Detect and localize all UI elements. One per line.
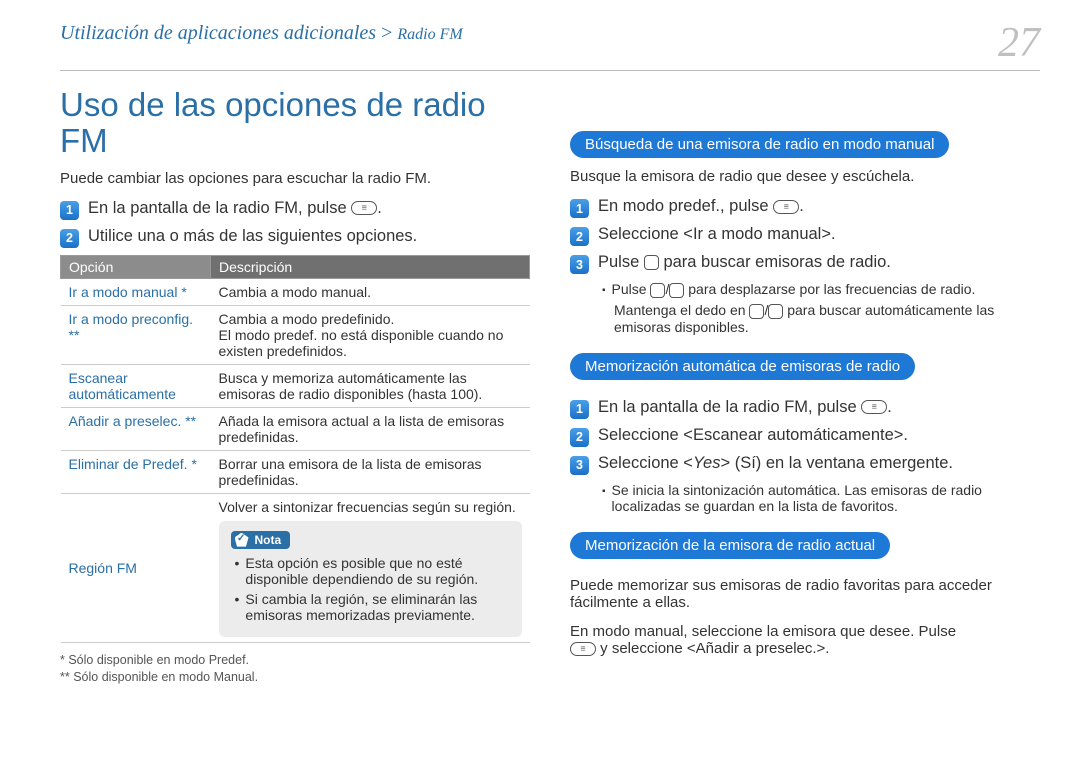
option-description: Busca y memoriza automáticamente las emi… xyxy=(211,364,530,407)
option-description: Volver a sintonizar frecuencias según su… xyxy=(211,493,530,642)
table-row: Eliminar de Predef. * Borrar una emisora… xyxy=(61,450,530,493)
nav-button-icon xyxy=(644,255,659,270)
menu-button-icon xyxy=(570,642,596,656)
note-box: Nota Esta opción es posible que no esté … xyxy=(219,521,522,637)
step-number-icon: 3 xyxy=(570,255,589,274)
table-row: Ir a modo preconfig. ** Cambia a modo pr… xyxy=(61,305,530,364)
table-row: Escanear automáticamente Busca y memoriz… xyxy=(61,364,530,407)
section-text: En modo manual, seleccione la emisora qu… xyxy=(570,623,1040,657)
option-name: Eliminar de Predef. * xyxy=(61,450,211,493)
nav-button-icon xyxy=(669,283,684,298)
sub-instructions: Pulse / para desplazarse por las frecuen… xyxy=(570,281,1040,335)
step-number-icon: 3 xyxy=(570,456,589,475)
option-description: Cambia a modo predefinido.El modo predef… xyxy=(211,305,530,364)
table-row: Añadir a preselec. ** Añada la emisora a… xyxy=(61,407,530,450)
nav-button-icon xyxy=(749,304,764,319)
option-name: Añadir a preselec. ** xyxy=(61,407,211,450)
footnote: * Sólo disponible en modo Predef. xyxy=(60,653,530,667)
option-name: Ir a modo manual * xyxy=(61,278,211,305)
step-number-icon: 1 xyxy=(570,199,589,218)
table-row: Región FM Volver a sintonizar frecuencia… xyxy=(61,493,530,642)
section-heading-pill: Búsqueda de una emisora de radio en modo… xyxy=(570,131,949,158)
section-text: Puede memorizar sus emisoras de radio fa… xyxy=(570,577,1040,611)
step-item: 3 Pulse para buscar emisoras de radio. xyxy=(570,253,1040,274)
table-head-description: Descripción xyxy=(211,255,530,278)
nav-button-icon xyxy=(650,283,665,298)
nav-button-icon xyxy=(768,304,783,319)
option-name: Región FM xyxy=(61,493,211,642)
step-number-icon: 2 xyxy=(570,227,589,246)
step-item: 1 En modo predef., pulse . xyxy=(570,197,1040,218)
menu-button-icon xyxy=(773,200,799,214)
step-number-icon: 2 xyxy=(570,428,589,447)
menu-button-icon xyxy=(861,400,887,414)
options-table: Opción Descripción Ir a modo manual * Ca… xyxy=(60,255,530,643)
step-item: 1 En la pantalla de la radio FM, pulse . xyxy=(60,199,530,220)
intro-text: Puede cambiar las opciones para escuchar… xyxy=(60,170,530,187)
page-title: Uso de las opciones de radio FM xyxy=(60,87,530,160)
breadcrumb-main: Utilización de aplicaciones adicionales xyxy=(60,22,376,44)
step-item: 1 En la pantalla de la radio FM, pulse . xyxy=(570,398,1040,419)
option-description: Añada la emisora actual a la lista de em… xyxy=(211,407,530,450)
section-heading-pill: Memorización automática de emisoras de r… xyxy=(570,353,915,380)
option-name: Ir a modo preconfig. ** xyxy=(61,305,211,364)
option-description: Borrar una emisora de la lista de emisor… xyxy=(211,450,530,493)
option-description: Cambia a modo manual. xyxy=(211,278,530,305)
step-number-icon: 1 xyxy=(570,400,589,419)
step-item: 2 Seleccione <Ir a modo manual>. xyxy=(570,225,1040,246)
table-row: Ir a modo manual * Cambia a modo manual. xyxy=(61,278,530,305)
breadcrumb-sub: Radio FM xyxy=(397,26,462,43)
page-number: 27 xyxy=(998,22,1040,64)
step-text: En la pantalla de la radio FM, pulse xyxy=(88,199,347,217)
note-item: Esta opción es posible que no esté dispo… xyxy=(235,555,510,587)
note-badge: Nota xyxy=(231,531,291,549)
step-number-icon: 2 xyxy=(60,229,79,248)
step-text: Utilice una o más de las siguientes opci… xyxy=(88,227,417,246)
sub-instructions: Se inicia la sintonización automática. L… xyxy=(570,482,1040,514)
section-heading-pill: Memorización de la emisora de radio actu… xyxy=(570,532,890,559)
step-item: 2 Seleccione <Escanear automáticamente>. xyxy=(570,426,1040,447)
step-number-icon: 1 xyxy=(60,201,79,220)
note-item: Si cambia la región, se eliminarán las e… xyxy=(235,591,510,623)
breadcrumb: Utilización de aplicaciones adicionales … xyxy=(60,22,463,45)
section-intro: Busque la emisora de radio que desee y e… xyxy=(570,168,1040,185)
footnote: ** Sólo disponible en modo Manual. xyxy=(60,670,530,684)
header-divider xyxy=(60,70,1040,71)
menu-button-icon xyxy=(351,201,377,215)
step-item: 3 Seleccione <Yes> (Sí) en la ventana em… xyxy=(570,454,1040,475)
table-head-option: Opción xyxy=(61,255,211,278)
step-item: 2 Utilice una o más de las siguientes op… xyxy=(60,227,530,248)
option-name: Escanear automáticamente xyxy=(61,364,211,407)
